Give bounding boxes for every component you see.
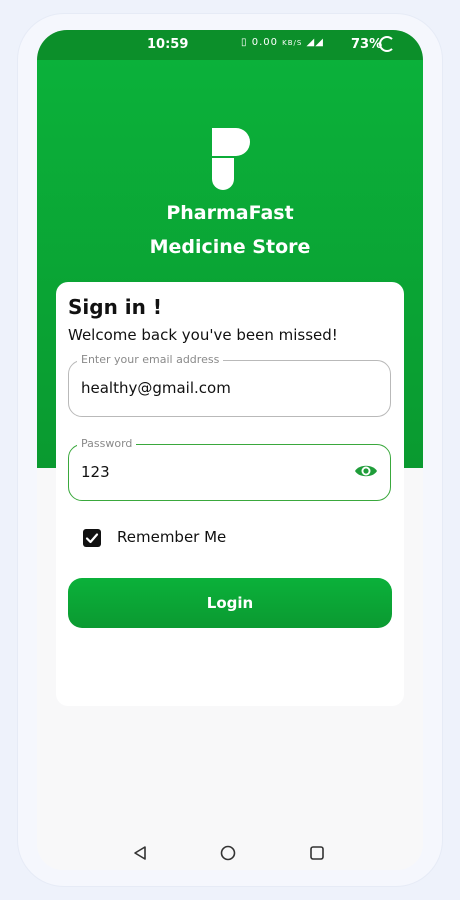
brand-subtitle: Medicine Store (149, 236, 311, 258)
password-field-label: Password (77, 437, 137, 450)
password-input[interactable] (81, 463, 341, 481)
network-speed: 0.00 (251, 37, 278, 48)
app-screen: 10:59 ▯ 0.00 KB/S ◢◢ 73% PharmaFast Medi… (37, 30, 423, 870)
login-button[interactable]: Login (68, 578, 392, 628)
brand-name: PharmaFast (166, 202, 294, 224)
checkmark-icon (85, 533, 99, 544)
remember-me-checkbox[interactable] (83, 529, 101, 547)
signin-subtitle: Welcome back you've been missed! (68, 326, 338, 344)
email-field-label: Enter your email address (77, 353, 224, 366)
email-field[interactable]: Enter your email address (68, 353, 391, 417)
home-circle-icon[interactable] (220, 845, 236, 861)
remember-me-label[interactable]: Remember Me (117, 528, 226, 546)
vibrate-icon: ▯ (241, 37, 248, 48)
back-triangle-icon[interactable] (132, 845, 148, 861)
status-network-icons: ▯ 0.00 KB/S ◢◢ (241, 37, 324, 48)
system-nav-bar (37, 836, 423, 870)
battery-icon (379, 36, 395, 52)
pharmafast-logo-icon (212, 128, 250, 190)
email-input[interactable] (81, 379, 341, 397)
status-time: 10:59 (147, 37, 189, 52)
password-field[interactable]: Password (68, 437, 391, 501)
status-bar: 10:59 ▯ 0.00 KB/S ◢◢ 73% (37, 30, 423, 60)
signin-card: Sign in ! Welcome back you've been misse… (56, 282, 404, 706)
eye-icon[interactable] (354, 463, 378, 479)
signin-title: Sign in ! (68, 295, 162, 319)
battery-percent: 73% (351, 37, 383, 52)
signal-icon: ◢◢ (306, 37, 324, 48)
recents-square-icon[interactable] (309, 845, 325, 861)
network-speed-unit: KB/S (282, 39, 303, 47)
